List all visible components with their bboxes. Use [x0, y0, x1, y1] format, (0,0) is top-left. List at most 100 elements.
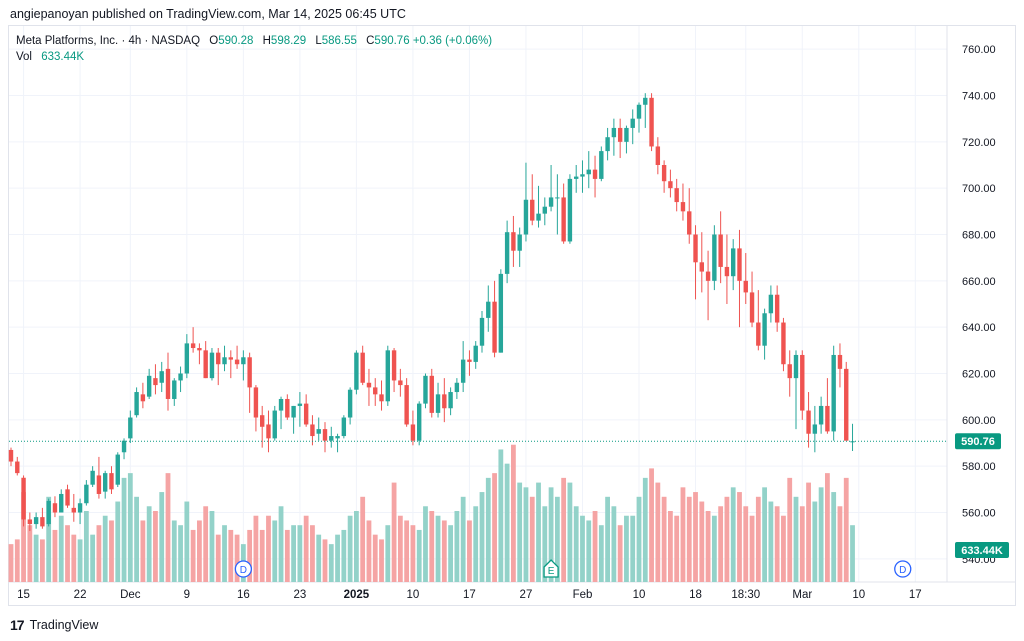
candle-body[interactable]	[831, 354, 836, 432]
candle-body[interactable]	[724, 266, 730, 277]
candle-body[interactable]	[762, 313, 767, 346]
candle-body[interactable]	[266, 424, 271, 439]
candle-body[interactable]	[347, 389, 353, 418]
candle-body[interactable]	[310, 424, 315, 437]
candle-body[interactable]	[630, 118, 635, 128]
candle-body[interactable]	[768, 294, 774, 314]
candle-body[interactable]	[316, 429, 321, 434]
candle-body[interactable]	[774, 294, 780, 323]
candle-body[interactable]	[756, 322, 761, 346]
candle-body[interactable]	[454, 382, 460, 393]
candle-body[interactable]	[278, 398, 284, 411]
candle-body[interactable]	[655, 146, 661, 165]
candle-body[interactable]	[435, 394, 441, 413]
candle-body[interactable]	[624, 127, 629, 142]
candle-body[interactable]	[523, 199, 529, 235]
candle-body[interactable]	[423, 375, 428, 404]
candle-body[interactable]	[448, 392, 453, 409]
candle-body[interactable]	[253, 387, 259, 418]
candle-body[interactable]	[15, 461, 20, 474]
candle-body[interactable]	[178, 373, 183, 381]
candle-body[interactable]	[96, 475, 102, 494]
candle-body[interactable]	[121, 440, 127, 453]
candle-body[interactable]	[234, 359, 240, 365]
candle-body[interactable]	[687, 211, 692, 235]
candle-body[interactable]	[693, 234, 698, 263]
candle-body[interactable]	[197, 348, 202, 351]
candle-body[interactable]	[806, 410, 811, 434]
candle-body[interactable]	[77, 503, 83, 513]
candle-body[interactable]	[661, 165, 667, 182]
candle-body[interactable]	[146, 375, 152, 397]
candle-body[interactable]	[643, 97, 648, 105]
candle-body[interactable]	[172, 380, 177, 399]
candle-body[interactable]	[555, 197, 560, 199]
price-chart[interactable]: 540.00560.00580.00600.00620.00640.00660.…	[0, 0, 1024, 641]
candle-body[interactable]	[586, 169, 591, 175]
candle-body[interactable]	[341, 417, 347, 437]
candle-body[interactable]	[115, 454, 120, 485]
candle-body[interactable]	[793, 354, 799, 379]
candle-body[interactable]	[705, 271, 711, 281]
candle-body[interactable]	[190, 343, 196, 349]
candle-body[interactable]	[71, 507, 76, 513]
candle-body[interactable]	[216, 352, 221, 365]
candle-body[interactable]	[140, 394, 146, 402]
candle-body[interactable]	[781, 322, 786, 365]
candle-body[interactable]	[21, 477, 26, 520]
candle-body[interactable]	[335, 436, 340, 439]
candle-body[interactable]	[354, 352, 359, 390]
candle-body[interactable]	[360, 352, 365, 383]
candle-body[interactable]	[718, 234, 723, 267]
candle-body[interactable]	[800, 354, 805, 411]
candle-body[interactable]	[241, 357, 246, 365]
candle-body[interactable]	[417, 403, 422, 441]
brand-name[interactable]: TradingView	[30, 618, 99, 632]
candle-body[interactable]	[787, 364, 792, 379]
candle-body[interactable]	[712, 234, 717, 281]
candle-body[interactable]	[749, 292, 755, 323]
candle-body[interactable]	[27, 519, 33, 525]
candle-body[interactable]	[680, 202, 686, 212]
candle-body[interactable]	[429, 375, 434, 413]
candle-body[interactable]	[567, 178, 573, 242]
candle-body[interactable]	[743, 280, 748, 293]
candle-body[interactable]	[203, 350, 208, 379]
candle-body[interactable]	[504, 232, 510, 274]
candle-body[interactable]	[844, 368, 849, 441]
symbol-label[interactable]: Meta Platforms, Inc. · 4h · NASDAQ	[16, 35, 200, 47]
candle-body[interactable]	[599, 151, 604, 179]
candle-body[interactable]	[391, 350, 397, 381]
candle-body[interactable]	[404, 385, 409, 425]
candle-body[interactable]	[460, 359, 466, 383]
candle-body[interactable]	[291, 405, 296, 418]
candle-body[interactable]	[184, 343, 190, 374]
candle-body[interactable]	[46, 500, 51, 525]
candle-body[interactable]	[611, 127, 617, 138]
candle-body[interactable]	[109, 473, 114, 490]
candle-body[interactable]	[165, 368, 171, 399]
candle-body[interactable]	[837, 354, 843, 369]
candle-body[interactable]	[297, 403, 303, 406]
candle-body[interactable]	[52, 503, 58, 513]
candle-body[interactable]	[134, 392, 139, 416]
candle-body[interactable]	[59, 493, 64, 513]
candle-body[interactable]	[153, 378, 158, 386]
candle-body[interactable]	[65, 489, 70, 506]
candle-body[interactable]	[8, 449, 14, 462]
candle-body[interactable]	[84, 484, 89, 504]
candle-body[interactable]	[592, 169, 598, 179]
candle-body[interactable]	[398, 380, 403, 386]
candle-body[interactable]	[329, 436, 334, 441]
candle-body[interactable]	[492, 301, 497, 353]
candle-body[interactable]	[128, 417, 133, 439]
candle-body[interactable]	[159, 371, 164, 383]
candle-body[interactable]	[825, 405, 830, 432]
candle-body[interactable]	[272, 410, 277, 439]
candle-body[interactable]	[580, 174, 585, 177]
candle-body[interactable]	[574, 176, 579, 179]
candle-body[interactable]	[530, 199, 535, 221]
candle-body[interactable]	[668, 181, 673, 189]
candle-body[interactable]	[385, 350, 390, 402]
candle-body[interactable]	[479, 317, 485, 346]
